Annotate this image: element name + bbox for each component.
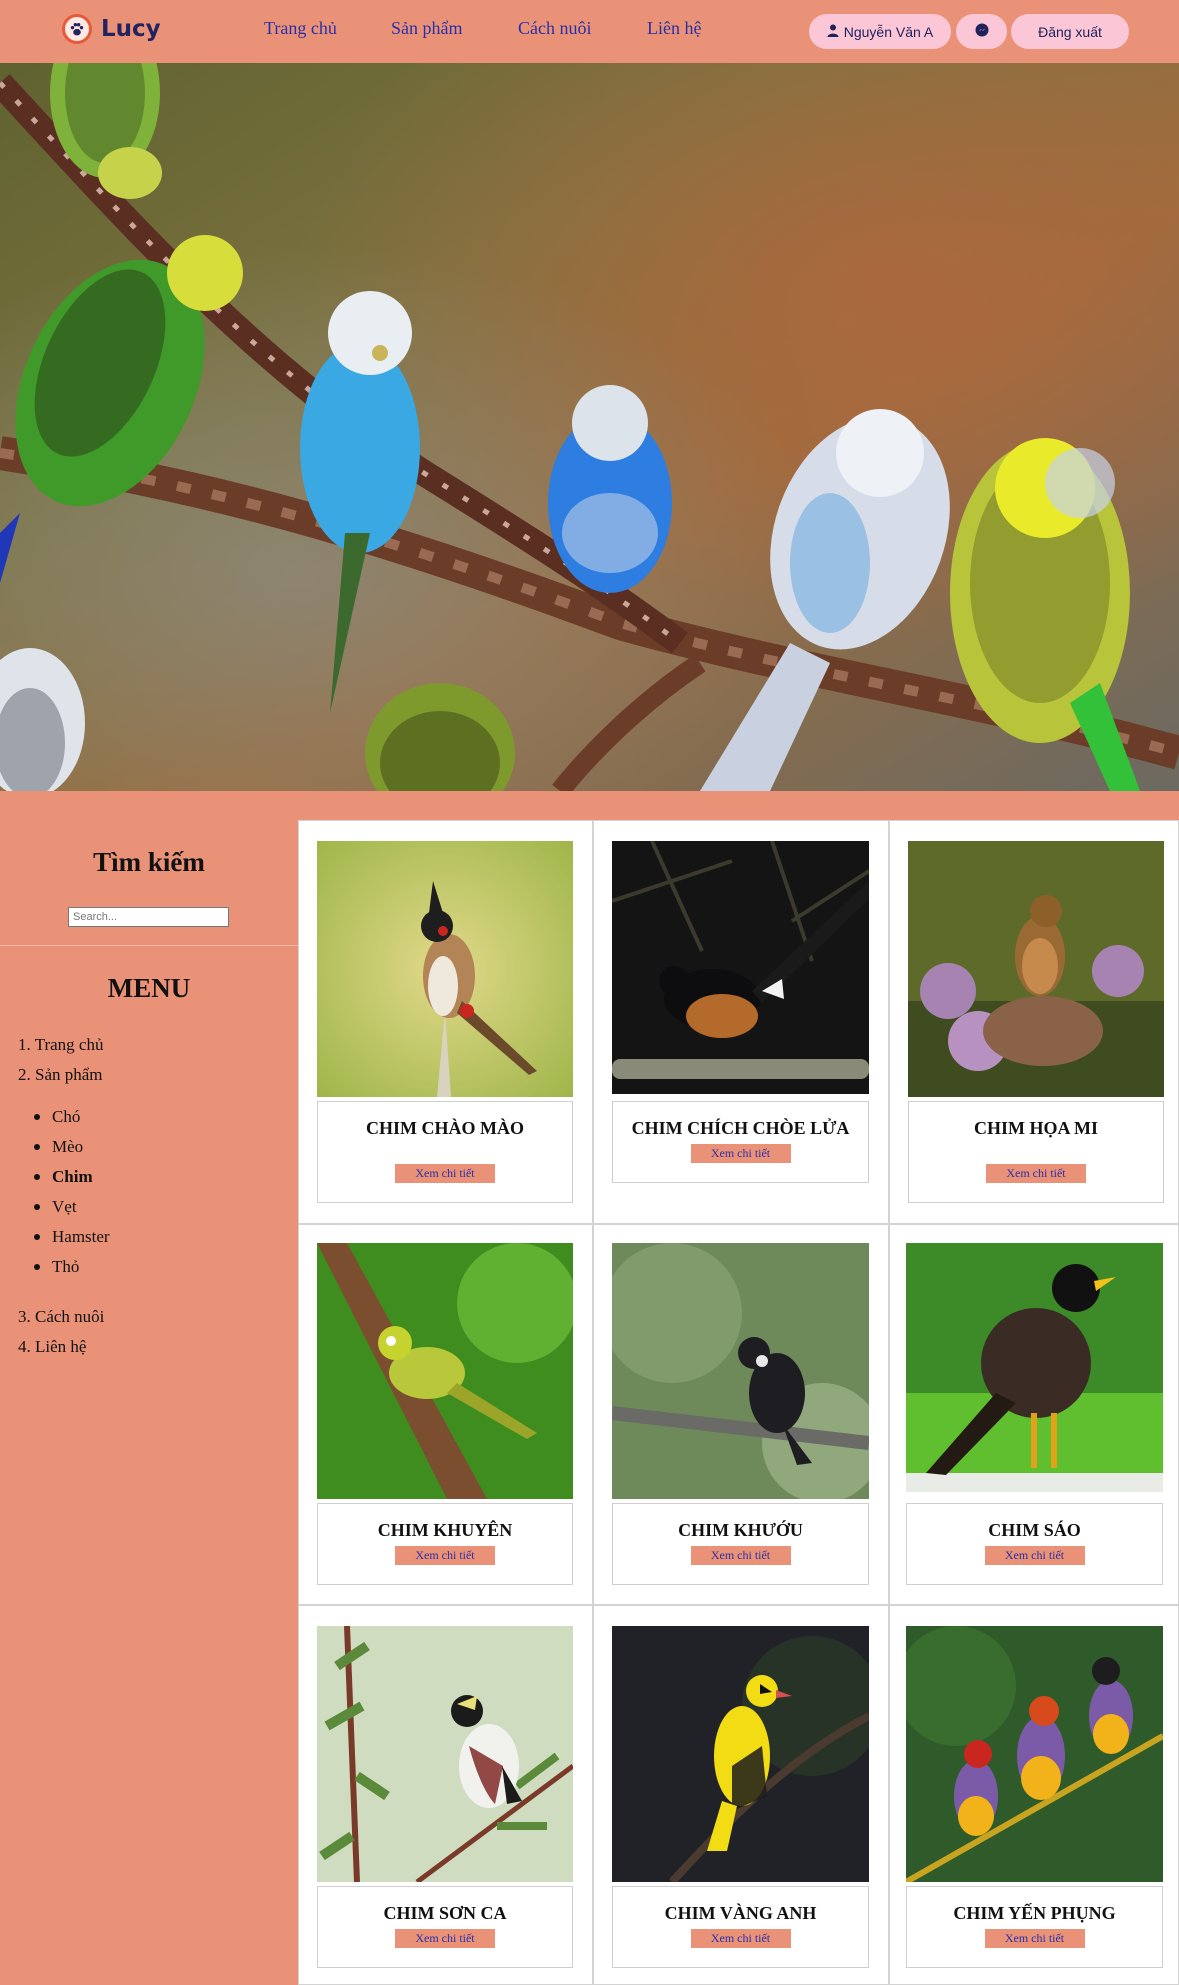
sidebar-divider [0, 945, 298, 946]
view-details-button[interactable]: Xem chi tiết [395, 1164, 495, 1183]
product-info: CHIM SÁO Xem chi tiết [906, 1503, 1163, 1585]
sub-item-label: Mèo [52, 1137, 84, 1156]
product-card: CHIM YẾN PHỤNG Xem chi tiết [889, 1605, 1179, 1985]
menu-item-san-pham[interactable]: 2. Sản phẩm [18, 1065, 103, 1085]
sub-item-tho[interactable]: Thỏ [34, 1257, 79, 1277]
white-eye-bird-photo [317, 1243, 573, 1499]
user-icon [827, 24, 839, 40]
sub-item-meo[interactable]: Mèo [34, 1137, 83, 1157]
product-info: CHIM KHƯỚU Xem chi tiết [612, 1503, 869, 1585]
product-image[interactable] [908, 841, 1164, 1097]
view-details-button[interactable]: Xem chi tiết [690, 1144, 791, 1163]
product-card: CHIM KHƯỚU Xem chi tiết [593, 1224, 889, 1605]
product-image[interactable] [906, 1243, 1163, 1492]
logo[interactable]: Lucy [62, 13, 161, 45]
logout-button[interactable]: Đăng xuất [1011, 14, 1129, 49]
messenger-button[interactable] [956, 14, 1007, 49]
product-card: CHIM CHÀO MÀO Xem chi tiết [298, 820, 593, 1224]
product-info: CHIM YẾN PHỤNG Xem chi tiết [906, 1886, 1163, 1968]
sub-item-chim[interactable]: Chim [34, 1167, 93, 1187]
skylark-bird-photo [317, 1626, 573, 1882]
search-title: Tìm kiếm [93, 847, 205, 877]
view-details-button[interactable]: Xem chi tiết [395, 1929, 495, 1948]
product-title: CHIM KHƯỚU [678, 1520, 803, 1540]
product-image[interactable] [612, 841, 869, 1094]
product-info: CHIM SƠN CA Xem chi tiết [317, 1886, 573, 1968]
menu-item-cach-nuoi[interactable]: 3. Cách nuôi [18, 1307, 104, 1327]
product-title: CHIM HỌA MI [974, 1118, 1098, 1138]
product-title: CHIM CHÀO MÀO [366, 1118, 524, 1138]
product-card: CHIM SÁO Xem chi tiết [889, 1224, 1179, 1605]
product-card: CHIM HỌA MI Xem chi tiết [889, 820, 1179, 1224]
product-info: CHIM HỌA MI Xem chi tiết [908, 1101, 1164, 1203]
product-title: CHIM KHUYÊN [377, 1520, 513, 1540]
product-title: CHIM YẾN PHỤNG [953, 1903, 1116, 1923]
product-image[interactable] [317, 841, 573, 1097]
myna-bird-photo [906, 1243, 1163, 1492]
nav-trang-chu[interactable]: Trang chủ [264, 18, 337, 39]
user-name: Nguyễn Văn A [843, 23, 934, 40]
menu-item-trang-chu[interactable]: 1. Trang chủ [18, 1035, 103, 1055]
product-card: CHIM KHUYÊN Xem chi tiết [298, 1224, 593, 1605]
product-image[interactable] [612, 1626, 869, 1882]
sub-item-label: Thỏ [52, 1257, 80, 1276]
sub-item-label: Hamster [52, 1227, 110, 1246]
product-info: CHIM KHUYÊN Xem chi tiết [317, 1503, 573, 1585]
product-card: CHIM CHÍCH CHÒE LỬA Xem chi tiết [593, 820, 889, 1224]
user-button[interactable]: Nguyễn Văn A [809, 14, 951, 49]
nav-cach-nuoi[interactable]: Cách nuôi [518, 18, 592, 39]
view-details-button[interactable]: Xem chi tiết [984, 1546, 1085, 1565]
messenger-icon [975, 23, 989, 40]
sub-item-vet[interactable]: Vẹt [34, 1197, 77, 1217]
view-details-button[interactable]: Xem chi tiết [690, 1546, 791, 1565]
product-info: CHIM CHÍCH CHÒE LỬA Xem chi tiết [612, 1101, 869, 1183]
view-details-button[interactable]: Xem chi tiết [984, 1929, 1085, 1948]
nav-lien-he[interactable]: Liên hệ [647, 18, 701, 39]
product-info: CHIM CHÀO MÀO Xem chi tiết [317, 1101, 573, 1203]
paw-icon [62, 14, 92, 44]
hero-banner [0, 63, 1179, 791]
sub-item-label: Chó [52, 1107, 81, 1126]
oriole-bird-photo [612, 1626, 869, 1882]
budgerigars-on-branch-photo [0, 63, 1179, 791]
product-card: CHIM VÀNG ANH Xem chi tiết [593, 1605, 889, 1985]
white-rumped-shama-photo [612, 841, 869, 1094]
search-input[interactable] [68, 907, 229, 927]
product-title: CHIM CHÍCH CHÒE LỬA [631, 1118, 850, 1138]
product-title: CHIM VÀNG ANH [664, 1903, 817, 1923]
bullet-icon [34, 1204, 40, 1210]
red-whiskered-bulbul-photo [317, 841, 573, 1097]
product-title: CHIM SƠN CA [383, 1903, 507, 1923]
gouldian-finch-photo [906, 1626, 1163, 1882]
product-grid: CHIM CHÀO MÀO Xem chi tiết CHIM CHÍCH CH… [298, 820, 1179, 1985]
view-details-button[interactable]: Xem chi tiết [986, 1164, 1086, 1183]
top-header: Lucy Trang chủ Sản phẩm Cách nuôi Liên h… [0, 0, 1179, 63]
logo-text: Lucy [101, 16, 161, 42]
bullet-icon [34, 1114, 40, 1120]
bullet-icon [34, 1264, 40, 1270]
product-image[interactable] [612, 1243, 869, 1499]
product-image[interactable] [906, 1626, 1163, 1882]
menu-item-lien-he[interactable]: 4. Liên hệ [18, 1337, 86, 1357]
product-image[interactable] [317, 1626, 573, 1882]
view-details-button[interactable]: Xem chi tiết [395, 1546, 495, 1565]
product-card: CHIM SƠN CA Xem chi tiết [298, 1605, 593, 1985]
sub-item-label: Chim [52, 1167, 93, 1186]
bullet-icon [34, 1234, 40, 1240]
nav-san-pham[interactable]: Sản phẩm [391, 18, 463, 39]
product-info: CHIM VÀNG ANH Xem chi tiết [612, 1886, 869, 1968]
laughingthrush-bird-photo [612, 1243, 869, 1499]
hwamei-bird-photo [908, 841, 1164, 1097]
product-image[interactable] [317, 1243, 573, 1499]
bullet-icon [34, 1144, 40, 1150]
sidebar: Tìm kiếm MENU 1. Trang chủ 2. Sản phẩm C… [0, 791, 298, 1985]
sub-item-hamster[interactable]: Hamster [34, 1227, 110, 1247]
product-title: CHIM SÁO [988, 1520, 1081, 1540]
sub-item-cho[interactable]: Chó [34, 1107, 80, 1127]
view-details-button[interactable]: Xem chi tiết [690, 1929, 791, 1948]
bullet-icon [34, 1174, 40, 1180]
sub-item-label: Vẹt [52, 1197, 77, 1216]
menu-title: MENU [107, 973, 191, 1003]
